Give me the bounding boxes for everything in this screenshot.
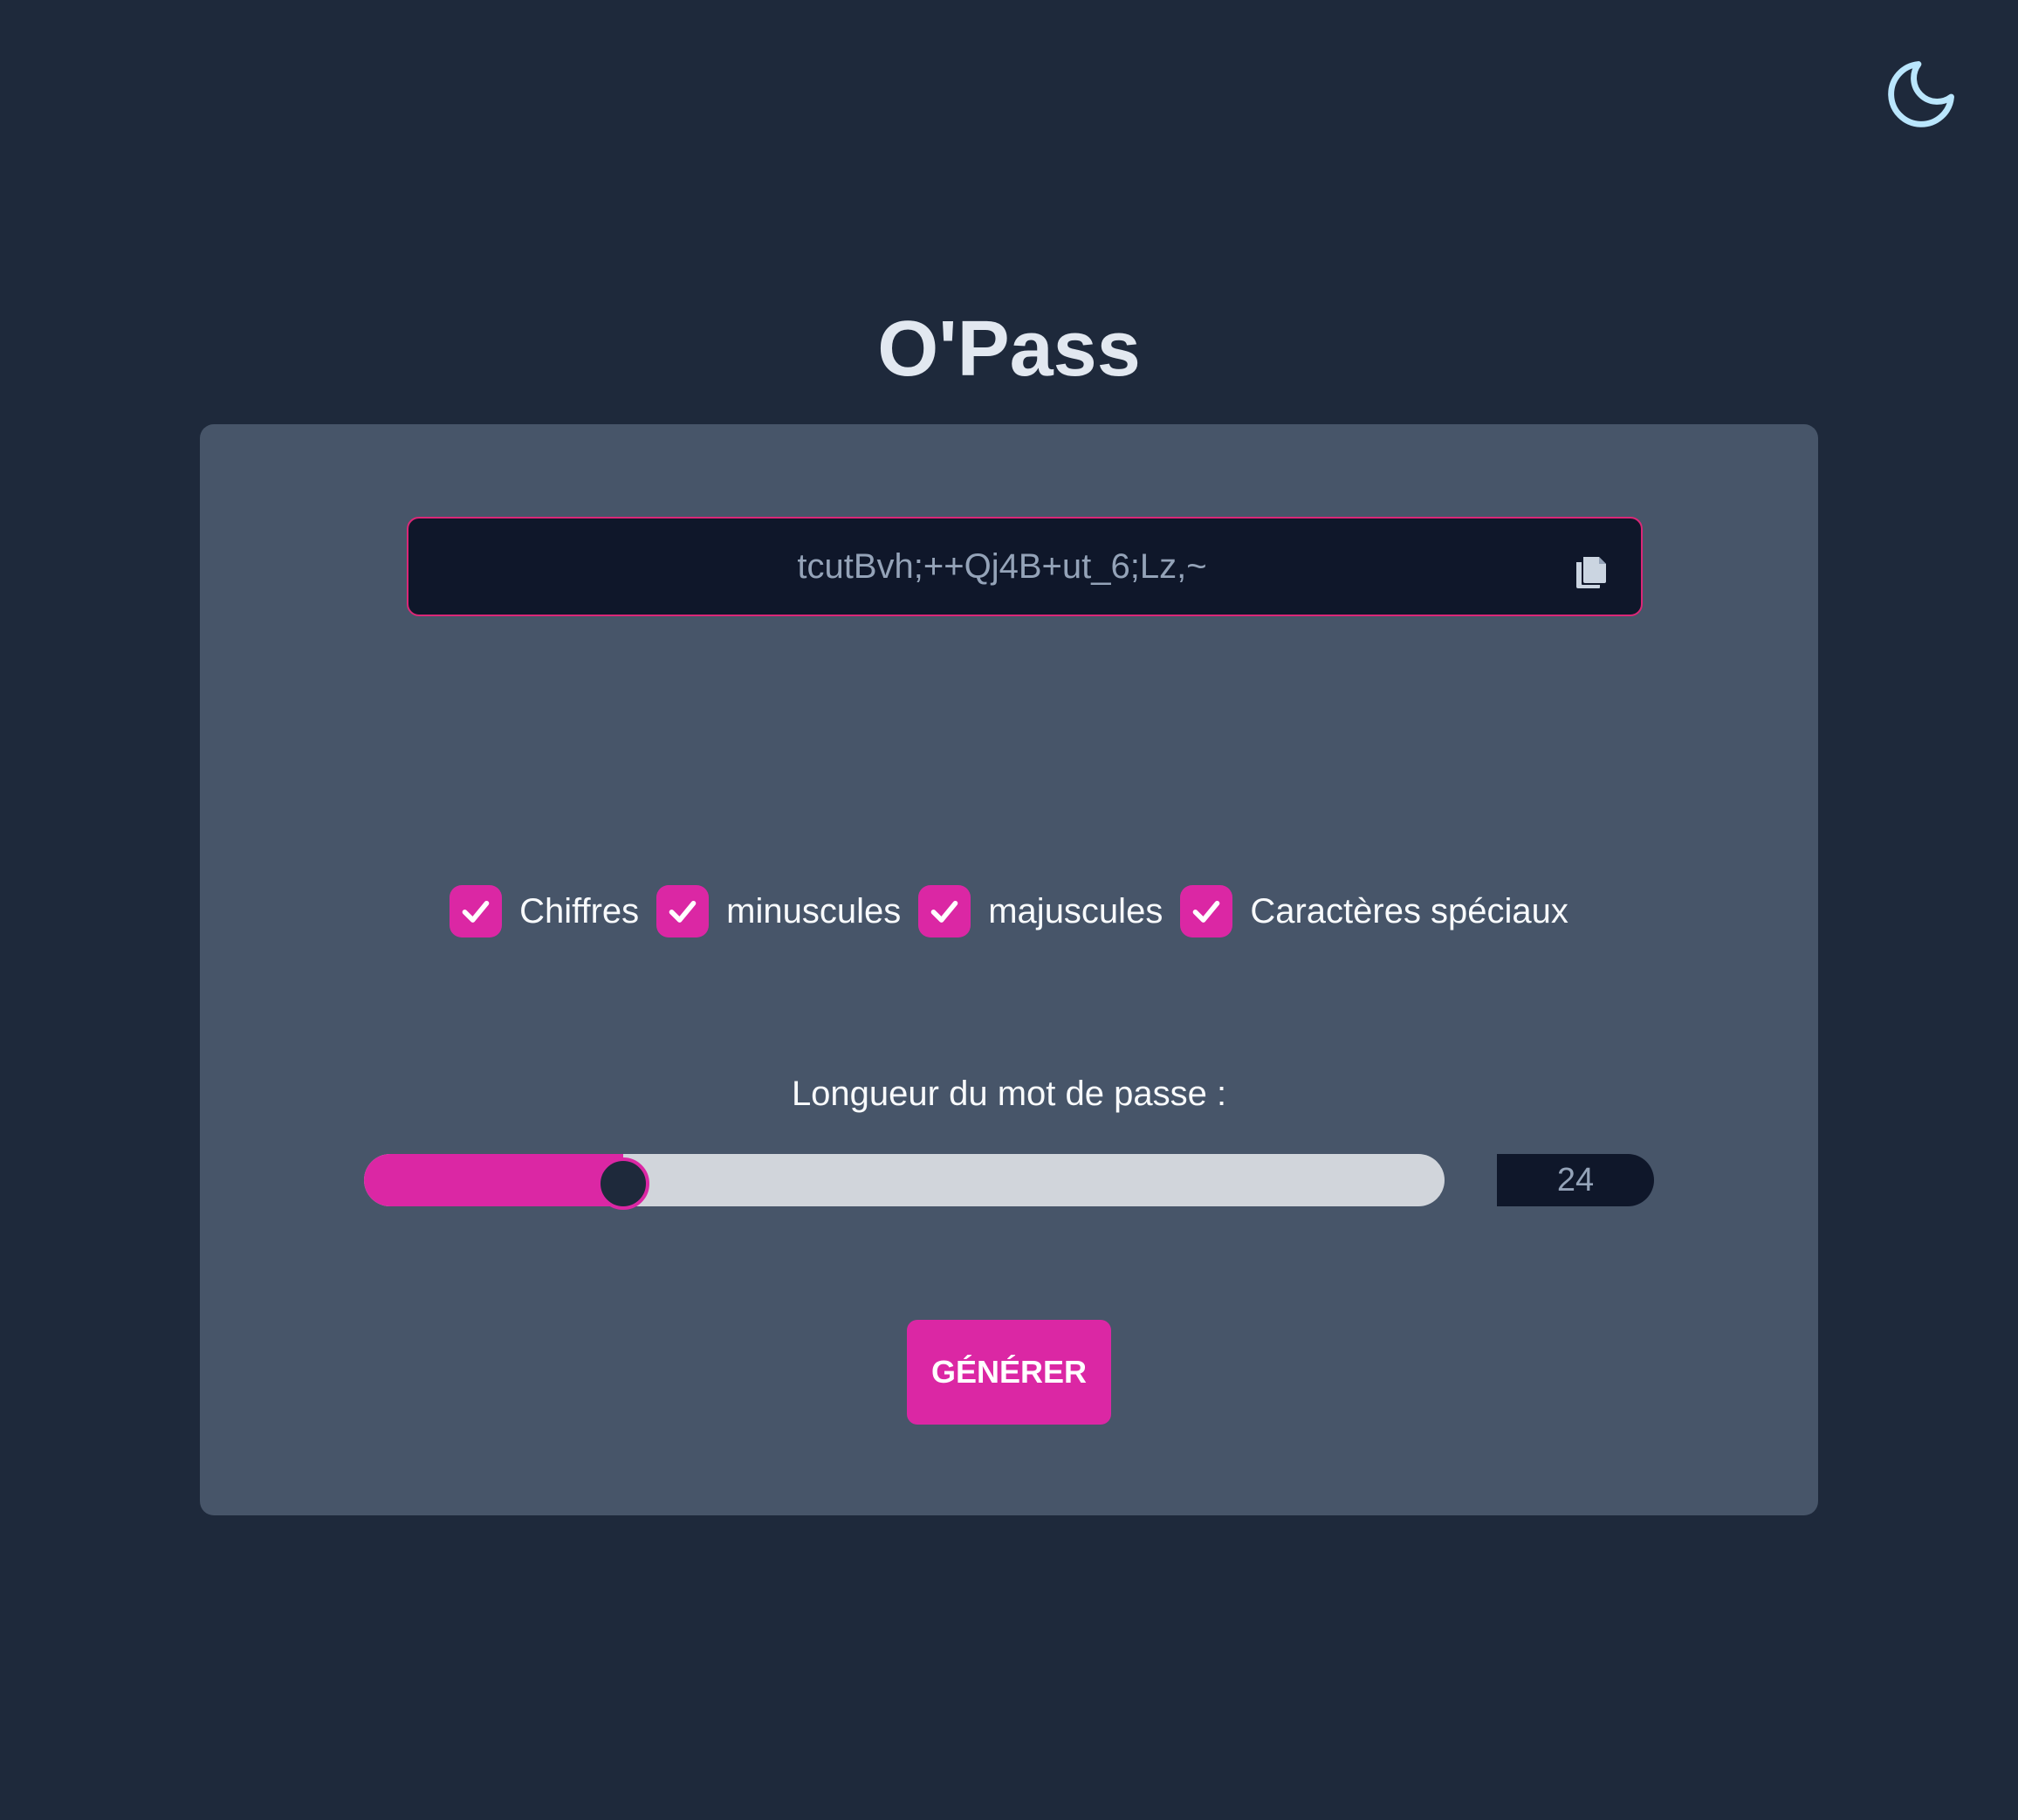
option-chiffres[interactable]: Chiffres [450,885,639,937]
character-options: Chiffres minuscules majuscules Caractère… [200,883,1818,939]
checkbox-chiffres[interactable] [450,885,503,937]
check-icon [462,901,490,923]
check-icon [930,901,958,923]
moon-icon [1888,61,1954,127]
page-title: O'Pass [877,306,1141,393]
checkbox-minuscules[interactable] [656,885,710,937]
option-caracteres-speciaux[interactable]: Caractères spéciaux [1180,885,1568,937]
option-label-chiffres: Chiffres [519,891,640,931]
check-icon [1192,901,1220,923]
length-label: Longueur du mot de passe : [791,1075,1227,1113]
option-minuscules[interactable]: minuscules [656,885,901,937]
theme-toggle-button[interactable] [1881,54,1961,134]
generator-card: tcutBvh;++Qj4B+ut_6;Lz,~ Chiffres minusc… [200,424,1818,1515]
check-icon [669,901,697,923]
slider-thumb[interactable] [597,1157,649,1210]
generate-button[interactable]: GÉNÉRER [907,1320,1111,1425]
option-label-minuscules: minuscules [726,891,902,931]
checkbox-caracteres-speciaux[interactable] [1180,885,1233,937]
checkbox-majuscules[interactable] [918,885,971,937]
page: O'Pass tcutBvh;++Qj4B+ut_6;Lz,~ Chiffres [0,0,2018,1820]
option-label-caracteres-speciaux: Caractères spéciaux [1250,891,1568,931]
copy-icon[interactable] [1573,550,1610,588]
password-output[interactable]: tcutBvh;++Qj4B+ut_6;Lz,~ [407,517,1643,616]
password-value[interactable]: tcutBvh;++Qj4B+ut_6;Lz,~ [408,519,1596,618]
length-slider[interactable] [364,1154,1445,1210]
slider-fill [364,1154,623,1206]
option-label-majuscules: majuscules [988,891,1163,931]
option-majuscules[interactable]: majuscules [918,885,1163,937]
length-value[interactable]: 24 [1497,1154,1654,1206]
